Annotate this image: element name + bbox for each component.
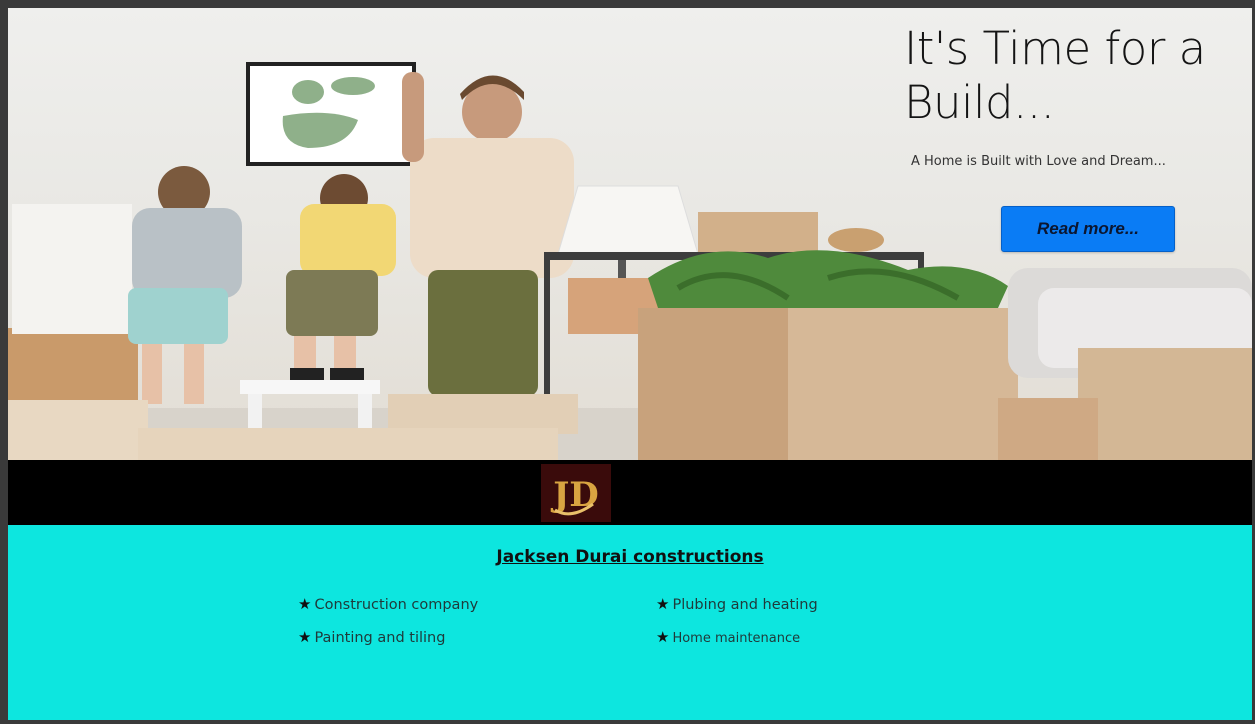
- star-icon: ★: [298, 595, 312, 613]
- company-info-section: Jacksen Durai constructions ★ Constructio…: [8, 525, 1252, 720]
- service-label: Plubing and heating: [672, 597, 818, 613]
- hero-banner: It's Time for a Build... A Home is Built…: [8, 8, 1252, 460]
- hero-title: It's Time for a Build...: [904, 22, 1206, 129]
- service-item: ★ Painting and tiling: [298, 628, 445, 646]
- page-frame: It's Time for a Build... A Home is Built…: [8, 8, 1252, 720]
- read-more-button[interactable]: Read more...: [1001, 206, 1175, 252]
- service-item: ★ Plubing and heating: [656, 595, 818, 613]
- service-item: ★ Home maintenance: [656, 628, 800, 646]
- star-icon: ★: [656, 595, 670, 613]
- logo-bar: JD: [8, 460, 1252, 525]
- service-label: Construction company: [314, 597, 479, 613]
- company-name: Jacksen Durai constructions: [496, 547, 764, 567]
- hero-subtitle: A Home is Built with Love and Dream...: [911, 154, 1166, 169]
- star-icon: ★: [656, 628, 670, 646]
- service-label: Painting and tiling: [314, 630, 446, 646]
- company-logo[interactable]: JD: [541, 464, 611, 522]
- svg-text:JD: JD: [550, 475, 599, 515]
- service-label: Home maintenance: [672, 631, 801, 646]
- star-icon: ★: [298, 628, 312, 646]
- service-item: ★ Construction company: [298, 595, 478, 613]
- jd-logo-icon: JD: [550, 475, 599, 516]
